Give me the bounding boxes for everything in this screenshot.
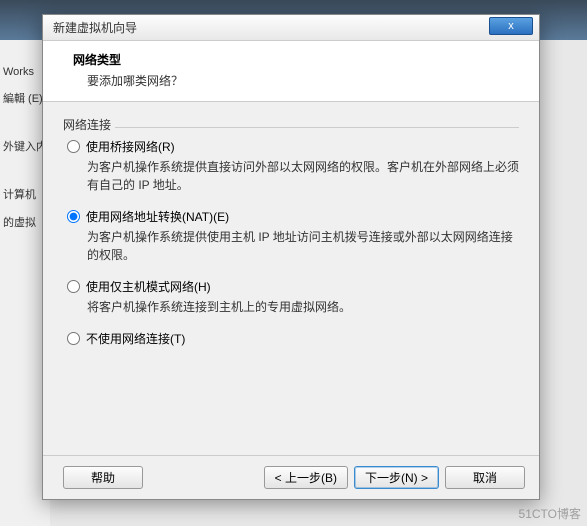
wizard-header: 网络类型 要添加哪类网络？ <box>43 41 539 102</box>
radio-hostonly-input[interactable] <box>67 280 80 293</box>
cancel-button[interactable]: 取消 <box>445 466 525 489</box>
option-bridged: 使用桥接网络(R) 为客户机操作系统提供直接访问外部以太网网络的权限。客户机在外… <box>63 138 519 194</box>
help-button[interactable]: 帮助 <box>63 466 143 489</box>
radio-nat-label: 使用网络地址转换(NAT)(E) <box>86 208 229 225</box>
radio-bridged[interactable]: 使用桥接网络(R) <box>63 138 519 155</box>
page-subtitle: 要添加哪类网络？ <box>73 72 523 89</box>
radio-hostonly-label: 使用仅主机模式网络(H) <box>86 278 211 295</box>
desc-hostonly: 将客户机操作系统连接到主机上的专用虚拟网络。 <box>63 298 519 316</box>
radio-nat[interactable]: 使用网络地址转换(NAT)(E) <box>63 208 519 225</box>
page-title: 网络类型 <box>73 51 523 68</box>
option-none: 不使用网络连接(T) <box>63 330 519 347</box>
radio-bridged-input[interactable] <box>67 140 80 153</box>
radio-none-input[interactable] <box>67 332 80 345</box>
back-button[interactable]: < 上一步(B) <box>264 466 348 489</box>
next-button[interactable]: 下一步(N) > <box>354 466 439 489</box>
radio-nat-input[interactable] <box>67 210 80 223</box>
close-button[interactable]: x <box>489 17 533 35</box>
divider <box>115 127 519 128</box>
wizard-footer: 帮助 < 上一步(B) 下一步(N) > 取消 <box>43 455 539 499</box>
wizard-content: 网络连接 使用桥接网络(R) 为客户机操作系统提供直接访问外部以太网网络的权限。… <box>43 102 539 455</box>
option-hostonly: 使用仅主机模式网络(H) 将客户机操作系统连接到主机上的专用虚拟网络。 <box>63 278 519 316</box>
watermark: 51CTO博客 <box>519 505 581 522</box>
radio-none[interactable]: 不使用网络连接(T) <box>63 330 519 347</box>
dialog-title: 新建虚拟机向导 <box>47 19 137 36</box>
group-label: 网络连接 <box>63 116 519 133</box>
dialog-titlebar[interactable]: 新建虚拟机向导 x <box>43 15 539 41</box>
wizard-dialog: 新建虚拟机向导 x 网络类型 要添加哪类网络？ 网络连接 使用桥接网络(R) 为… <box>42 14 540 500</box>
desc-bridged: 为客户机操作系统提供直接访问外部以太网网络的权限。客户机在外部网络上必须有自己的… <box>63 158 519 194</box>
radio-none-label: 不使用网络连接(T) <box>86 330 185 347</box>
radio-bridged-label: 使用桥接网络(R) <box>86 138 175 155</box>
radio-hostonly[interactable]: 使用仅主机模式网络(H) <box>63 278 519 295</box>
option-nat: 使用网络地址转换(NAT)(E) 为客户机操作系统提供使用主机 IP 地址访问主… <box>63 208 519 264</box>
desc-nat: 为客户机操作系统提供使用主机 IP 地址访问主机拨号连接或外部以太网网络连接的权… <box>63 228 519 264</box>
